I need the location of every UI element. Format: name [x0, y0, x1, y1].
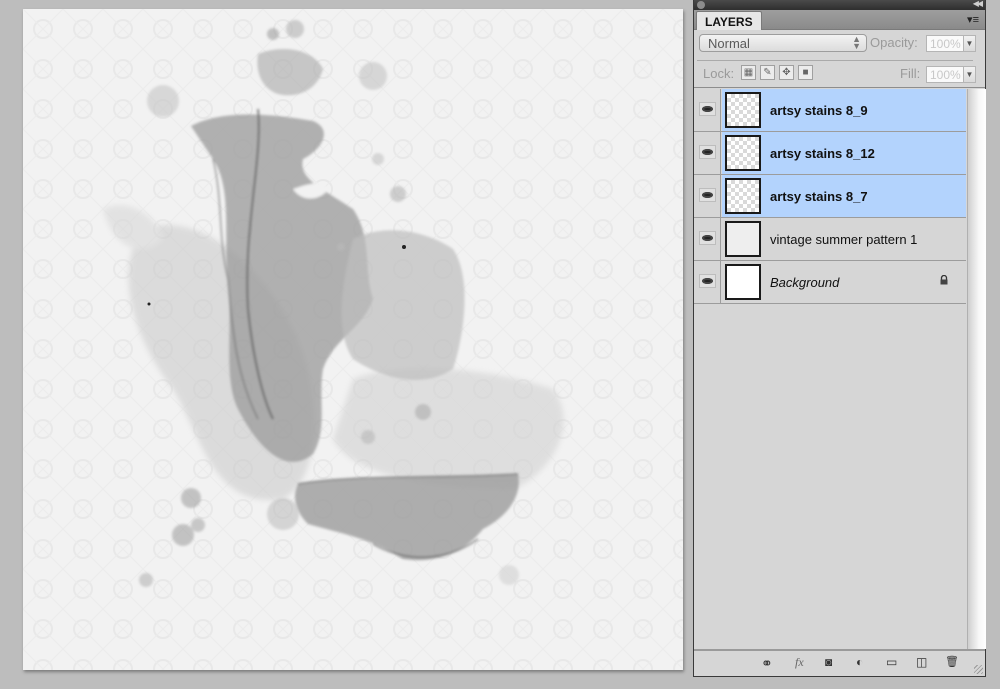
fill-input[interactable]: 100% [926, 66, 964, 83]
eye-icon[interactable] [699, 274, 716, 288]
tab-layers[interactable]: LAYERS [696, 11, 762, 31]
blend-mode-select[interactable]: Normal ▲ ▼ [699, 34, 867, 52]
opacity-label: Opacity: [870, 35, 918, 50]
visibility-toggle[interactable] [694, 132, 721, 174]
layer-thumbnail [725, 92, 761, 128]
layer-row[interactable]: artsy stains 8_12 [694, 132, 966, 175]
eye-icon[interactable] [699, 102, 716, 116]
blend-mode-value: Normal [708, 36, 750, 51]
lock-icon [940, 275, 948, 285]
link-layers-icon[interactable]: ⚭ [761, 655, 773, 671]
layer-row[interactable]: artsy stains 8_9 [694, 89, 966, 132]
opacity-input[interactable]: 100% [926, 35, 964, 52]
layer-body[interactable]: Background [722, 261, 966, 303]
ink-dot [402, 245, 406, 249]
visibility-toggle[interactable] [694, 89, 721, 131]
eye-icon[interactable] [699, 145, 716, 159]
right-stain [341, 230, 465, 380]
fill-dropdown-icon[interactable]: ▼ [964, 66, 976, 83]
resize-grip[interactable] [974, 665, 983, 674]
visibility-toggle[interactable] [694, 218, 721, 260]
layer-thumbnail [725, 135, 761, 171]
select-arrows-icon: ▲ ▼ [852, 34, 861, 51]
adjustment-layer-icon[interactable]: ◐ [856, 655, 863, 671]
lock-position-icon[interactable]: ✥ [779, 65, 794, 80]
layer-thumbnail [725, 178, 761, 214]
layer-body[interactable]: vintage summer pattern 1 [722, 218, 966, 260]
divider [697, 60, 973, 61]
fill-label: Fill: [900, 66, 921, 81]
layer-thumbnail [725, 264, 761, 300]
collapse-panel-icon[interactable]: ◀◀ [973, 0, 983, 8]
layer-name[interactable]: artsy stains 8_9 [770, 103, 868, 118]
layer-controls: Normal ▲ ▼ Opacity: 100% ▼ Lock: ▦ ✎ ✥ ■ … [694, 30, 985, 88]
layer-body[interactable]: artsy stains 8_9 [722, 89, 966, 131]
panel-menu-icon[interactable]: ▾≡ [967, 13, 979, 26]
layer-row[interactable]: artsy stains 8_7 [694, 175, 966, 218]
panel-bottom-toolbar: ⚭ fx ◙ ◐ ▭ ◫ 🗑 [694, 649, 985, 676]
new-group-icon[interactable]: ▭ [886, 655, 897, 671]
layer-name[interactable]: vintage summer pattern 1 [770, 232, 917, 247]
lock-label: Lock: [703, 66, 735, 81]
visibility-toggle[interactable] [694, 175, 721, 217]
layer-name[interactable]: Background [770, 275, 839, 290]
layer-thumbnail [725, 221, 761, 257]
document-canvas[interactable] [23, 9, 683, 670]
lock-image-pixels-icon[interactable]: ✎ [760, 65, 775, 80]
layer-name[interactable]: artsy stains 8_12 [770, 146, 875, 161]
eye-icon[interactable] [699, 231, 716, 245]
new-layer-icon[interactable]: ◫ [916, 655, 927, 671]
ink-dot [147, 302, 151, 306]
stain-artwork [23, 9, 683, 670]
panel-tab-row: LAYERS ▾≡ [694, 10, 985, 31]
layer-row[interactable]: vintage summer pattern 1 [694, 218, 966, 261]
add-mask-icon[interactable]: ◙ [825, 655, 832, 671]
lock-transparent-pixels-icon[interactable]: ▦ [741, 65, 756, 80]
visibility-toggle[interactable] [694, 261, 721, 303]
layer-body[interactable]: artsy stains 8_12 [722, 132, 966, 174]
panel-titlebar[interactable]: ◀◀ [694, 0, 985, 10]
layer-style-icon[interactable]: fx [795, 655, 804, 671]
opacity-dropdown-icon[interactable]: ▼ [964, 35, 976, 52]
layer-row[interactable]: Background [694, 261, 966, 304]
layers-panel: ◀◀ LAYERS ▾≡ Normal ▲ ▼ Opacity: 100% ▼ L… [693, 0, 986, 677]
lock-all-icon[interactable]: ■ [798, 65, 813, 80]
layers-scrollbar[interactable] [967, 89, 986, 649]
close-panel-button[interactable] [697, 1, 705, 9]
delete-layer-icon[interactable]: 🗑 [945, 655, 959, 671]
eye-icon[interactable] [699, 188, 716, 202]
layer-name[interactable]: artsy stains 8_7 [770, 189, 868, 204]
layer-body[interactable]: artsy stains 8_7 [722, 175, 966, 217]
layers-list: artsy stains 8_9 artsy stains 8_12 artsy… [694, 89, 966, 649]
